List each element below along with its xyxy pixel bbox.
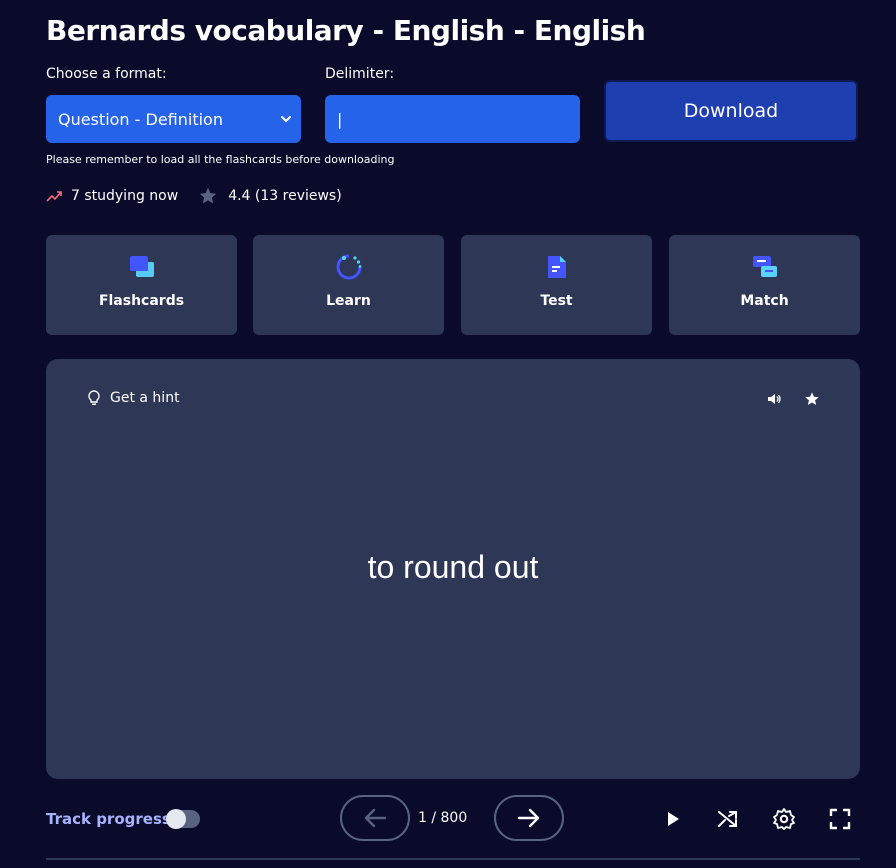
trending-up-icon [46, 191, 62, 202]
download-note: Please remember to load all the flashcar… [46, 153, 395, 166]
format-select-value: Question - Definition [58, 109, 223, 129]
arrow-left-icon [364, 808, 387, 828]
mode-flashcards[interactable]: Flashcards [46, 235, 237, 335]
next-button[interactable] [494, 795, 564, 841]
card-actions [766, 391, 820, 407]
mode-label: Match [740, 293, 789, 309]
hint-label: Get a hint [110, 390, 180, 406]
mode-label: Test [540, 293, 573, 309]
page-title: Bernards vocabulary - English - English [46, 14, 646, 47]
star-icon [199, 187, 217, 204]
star-icon[interactable] [804, 391, 820, 407]
mode-learn[interactable]: Learn [253, 235, 444, 335]
divider [46, 858, 860, 860]
mode-label: Learn [326, 293, 371, 309]
match-icon [752, 256, 777, 277]
mode-test[interactable]: Test [461, 235, 652, 335]
delimiter-label: Delimiter: [325, 66, 395, 82]
delimiter-input[interactable] [325, 95, 580, 143]
chevron-down-icon [281, 116, 291, 123]
download-button[interactable]: Download [604, 80, 858, 142]
lightbulb-icon [88, 390, 100, 405]
card-controls: Track progress 1 / 800 [46, 795, 860, 843]
previous-button[interactable] [340, 795, 410, 841]
play-icon[interactable] [660, 807, 684, 831]
fullscreen-icon[interactable] [828, 807, 852, 831]
format-select[interactable]: Question - Definition [46, 95, 301, 143]
flashcard[interactable]: Get a hint to round out [46, 359, 860, 779]
gear-icon[interactable] [772, 807, 796, 831]
track-progress-toggle[interactable] [166, 809, 200, 829]
rating-stat[interactable]: 4.4 (13 reviews) [198, 186, 342, 206]
arrow-right-icon [517, 808, 540, 828]
studying-stat: 7 studying now [46, 188, 178, 204]
hint-button[interactable]: Get a hint [86, 389, 180, 407]
format-label: Choose a format: [46, 66, 167, 82]
flashcards-icon [129, 256, 154, 277]
track-progress-label: Track progress [46, 810, 171, 828]
toggle-knob [166, 809, 186, 829]
speaker-icon[interactable] [766, 391, 782, 407]
mode-match[interactable]: Match [669, 235, 860, 335]
learn-icon [336, 254, 361, 280]
test-icon [547, 256, 566, 278]
stats-row: 7 studying now 4.4 (13 reviews) [46, 185, 342, 207]
mode-label: Flashcards [98, 293, 185, 309]
card-counter: 1 / 800 [418, 810, 468, 826]
studying-count: 7 studying now [71, 188, 179, 204]
flashcard-term: to round out [367, 549, 539, 585]
study-modes: Flashcards Learn Test Match [46, 235, 860, 335]
rating-text: 4.4 (13 reviews) [228, 188, 342, 204]
shuffle-icon[interactable] [716, 807, 740, 831]
